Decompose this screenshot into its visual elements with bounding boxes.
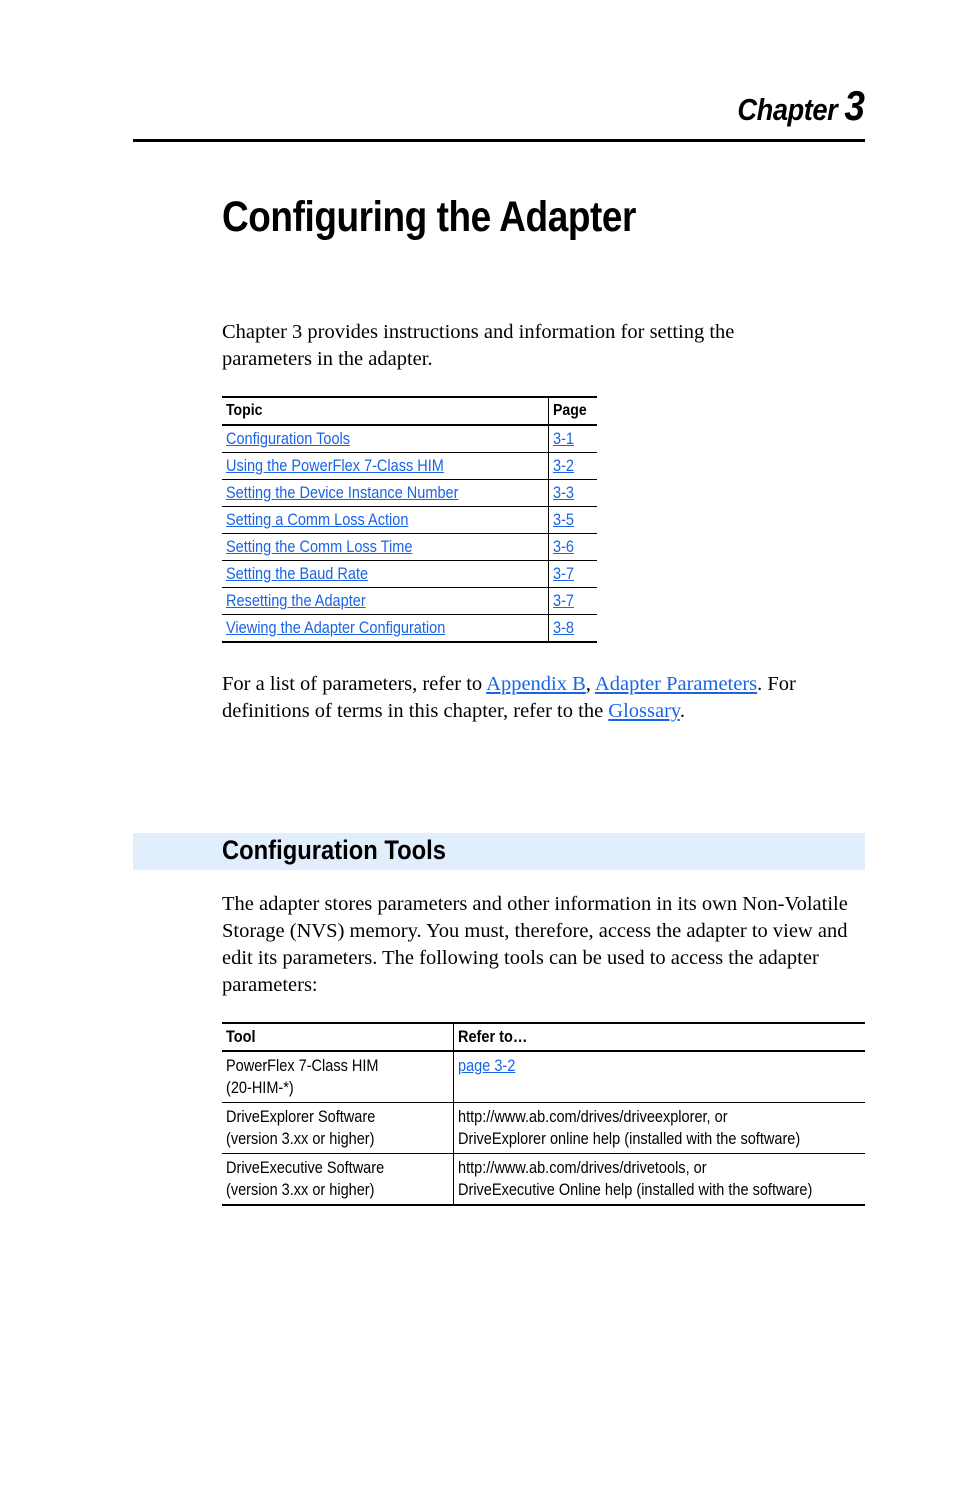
page-link[interactable]: 3-2 <box>553 457 574 476</box>
refer-cell: http://www.ab.com/drives/drivetools, or D… <box>453 1153 865 1205</box>
adapter-parameters-link[interactable]: Adapter Parameters <box>595 673 757 695</box>
table-row: PowerFlex 7-Class HIM (20-HIM-*) page 3-2 <box>222 1051 865 1103</box>
topic-link-resetting[interactable]: Resetting the Adapter <box>226 592 366 611</box>
topic-table: Topic Page Configuration Tools 3-1 Using… <box>222 396 597 643</box>
page-header: Page <box>548 397 597 425</box>
table-row: DriveExplorer Software (version 3.xx or h… <box>222 1102 865 1154</box>
tool-table: Tool Refer to… PowerFlex 7-Class HIM (20-… <box>222 1022 865 1206</box>
page-link[interactable]: 3-1 <box>553 430 574 449</box>
page-link[interactable]: 3-7 <box>553 565 574 584</box>
topic-table-header: Topic Page <box>222 397 597 425</box>
topic-link-baud-rate[interactable]: Setting the Baud Rate <box>226 565 368 584</box>
refer-header: Refer to… <box>453 1023 865 1051</box>
refer-cell: page 3-2 <box>453 1051 865 1103</box>
tool-cell: PowerFlex 7-Class HIM (20-HIM-*) <box>226 1057 379 1097</box>
tool-table-header: Tool Refer to… <box>222 1023 865 1051</box>
page-link[interactable]: 3-3 <box>553 484 574 503</box>
table-row: Using the PowerFlex 7-Class HIM 3-2 <box>222 452 597 480</box>
section-body-paragraph: The adapter stores parameters and other … <box>222 893 848 996</box>
page-link[interactable]: 3-6 <box>553 538 574 557</box>
intro-paragraph: Chapter 3 provides instructions and info… <box>222 321 735 370</box>
topic-link-comm-loss-time[interactable]: Setting the Comm Loss Time <box>226 538 412 557</box>
page-link[interactable]: 3-5 <box>553 511 574 530</box>
tool-cell: DriveExecutive Software (version 3.xx or … <box>226 1159 385 1199</box>
page-3-2-link[interactable]: page 3-2 <box>458 1055 515 1077</box>
chapter-rule <box>133 139 865 142</box>
table-row: Viewing the Adapter Configuration 3-8 <box>222 614 597 642</box>
refer-cell: http://www.ab.com/drives/driveexplorer, … <box>453 1102 865 1154</box>
tool-header: Tool <box>226 1028 256 1046</box>
table-row: Setting the Comm Loss Time 3-6 <box>222 533 597 561</box>
chapter-label: Chapter 3 <box>736 82 865 130</box>
topic-link-comm-loss-action[interactable]: Setting a Comm Loss Action <box>226 511 408 530</box>
topic-link-configuration-tools[interactable]: Configuration Tools <box>226 430 350 449</box>
page-link[interactable]: 3-8 <box>553 619 574 638</box>
table-row: Setting the Device Instance Number 3-3 <box>222 479 597 507</box>
topic-header: Topic <box>226 402 263 419</box>
page-title: Configuring the Adapter <box>222 193 636 241</box>
appendix-b-link[interactable]: Appendix B <box>486 673 586 695</box>
table-row: Configuration Tools 3-1 <box>222 425 597 453</box>
page-link[interactable]: 3-7 <box>553 592 574 611</box>
table-row: Setting the Baud Rate 3-7 <box>222 560 597 588</box>
table-row: Resetting the Adapter 3-7 <box>222 587 597 615</box>
references-paragraph: For a list of parameters, refer to Appen… <box>222 673 796 722</box>
topic-link-device-instance[interactable]: Setting the Device Instance Number <box>226 484 458 503</box>
glossary-link[interactable]: Glossary <box>608 700 680 722</box>
tool-cell: DriveExplorer Software (version 3.xx or h… <box>226 1108 376 1148</box>
topic-link-viewing-config[interactable]: Viewing the Adapter Configuration <box>226 619 445 638</box>
chapter-number: 3 <box>843 82 865 129</box>
topic-link-using-him[interactable]: Using the PowerFlex 7-Class HIM <box>226 457 444 476</box>
table-row: Setting a Comm Loss Action 3-5 <box>222 506 597 534</box>
section-title: Configuration Tools <box>222 835 446 865</box>
table-row: DriveExecutive Software (version 3.xx or … <box>222 1153 865 1205</box>
chapter-word: Chapter <box>736 92 837 127</box>
section-header-band: Configuration Tools <box>133 833 865 870</box>
